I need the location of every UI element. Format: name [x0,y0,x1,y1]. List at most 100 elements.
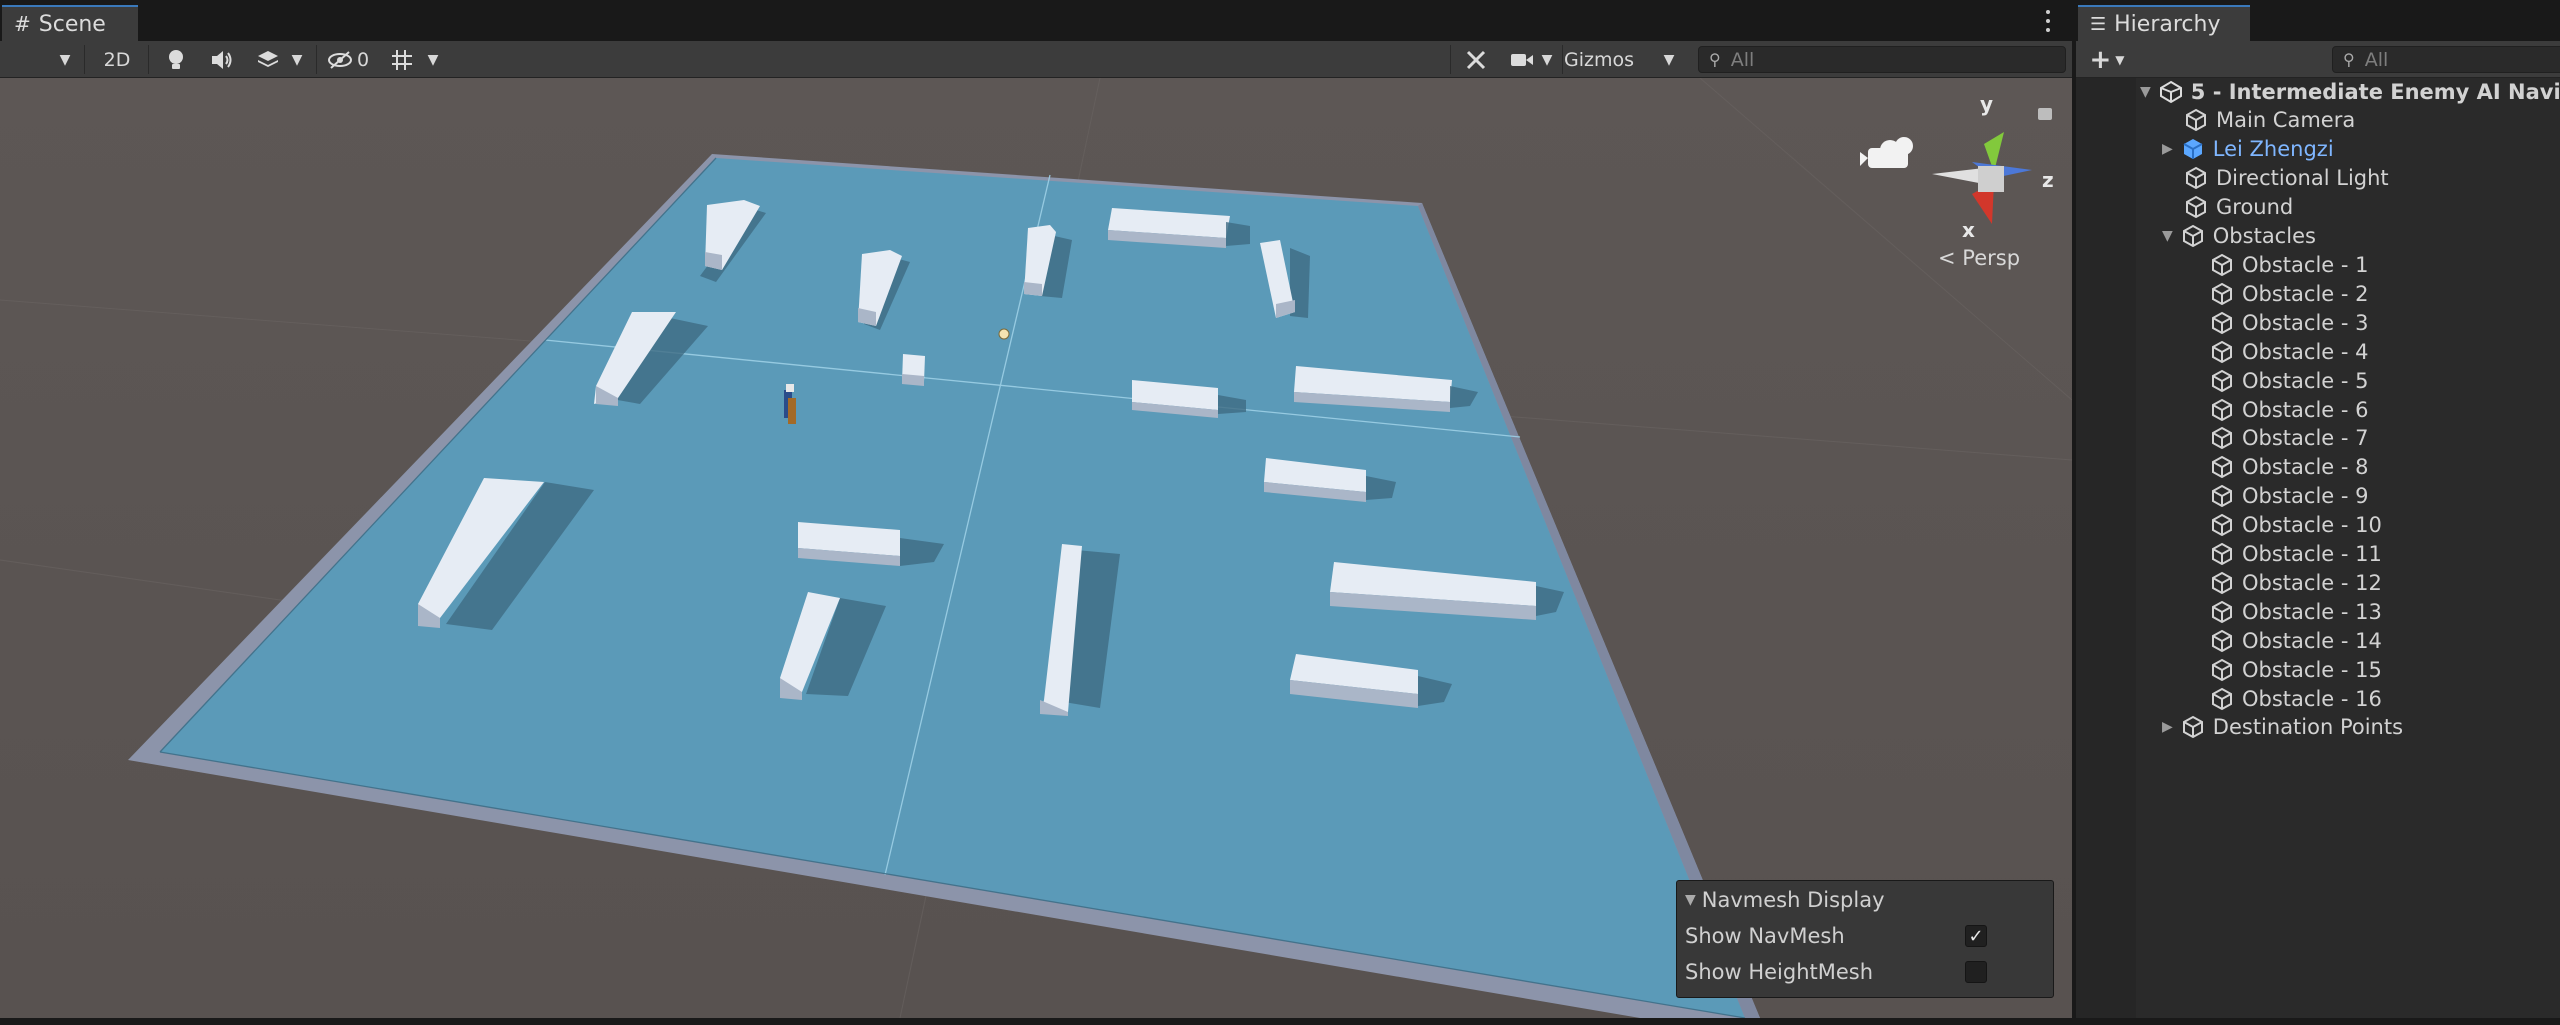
search-icon: ⚲ [1709,50,1721,69]
gizmos-label: Gizmos [1564,48,1635,71]
hierarchy-item-ground[interactable]: Ground [2184,193,2293,221]
gameobject-cube-icon [2186,166,2206,190]
hierarchy-item-label: Obstacle - 11 [2242,542,2382,566]
gizmos-dropdown[interactable]: ▼ [1652,45,1686,74]
foldout-down-icon: ▼ [2162,228,2173,244]
chevron-down-icon: ▼ [427,51,439,68]
hierarchy-item-obstacle[interactable]: Obstacle - 10 [2210,511,2382,539]
hierarchy-item-obstacle[interactable]: Obstacle - 16 [2210,685,2382,713]
navmesh-display-panel: ▼ Navmesh Display Show NavMesh ✓ Show He… [1676,880,2054,998]
gameobject-cube-icon [2186,108,2206,132]
create-dropdown[interactable]: + ▼ [2082,44,2132,75]
speaker-icon [212,50,232,69]
projection-toggle[interactable]: < Persp [1938,246,2020,270]
scene-viewport[interactable]: y z x < Persp ▼ Navmesh Display Show Nav… [0,78,2072,1018]
gameobject-cube-icon [2212,687,2232,710]
show-heightmesh-checkbox[interactable] [1965,961,1987,983]
hierarchy-tree: ▼ 5 - Intermediate Enemy AI Navigati Mai… [2076,78,2560,1018]
tab-scene[interactable]: # Scene [2,5,138,41]
hierarchy-item-lei-zhengzi[interactable]: ▶ Lei Zhengzi [2162,135,2334,163]
effects-dropdown[interactable]: ▼ [250,45,308,74]
lock-icon[interactable] [2038,108,2052,120]
gizmos-button[interactable]: Gizmos [1564,45,1635,74]
hierarchy-item-main-camera[interactable]: Main Camera [2184,106,2355,134]
scene-search-input[interactable]: ⚲ All [1698,46,2066,73]
hierarchy-item-label: Ground [2216,195,2294,219]
projection-label: Persp [1962,246,2021,270]
hierarchy-item-destination-points[interactable]: ▶ Destination Points [2162,713,2403,741]
hierarchy-item-label: Lei Zhengzi [2212,137,2334,161]
hierarchy-item-obstacle[interactable]: Obstacle - 7 [2210,424,2369,452]
navmesh-display-header[interactable]: ▼ Navmesh Display [1685,885,1885,915]
hierarchy-item-label: Obstacle - 15 [2242,657,2382,682]
hierarchy-item-label: Obstacle - 5 [2242,368,2369,393]
hierarchy-item-obstacle[interactable]: Obstacle - 3 [2210,309,2369,337]
scene-row[interactable]: ▼ 5 - Intermediate Enemy AI Navigati [2140,78,2560,106]
hierarchy-item-obstacle[interactable]: Obstacle - 11 [2210,540,2382,568]
scene-visibility-toggle[interactable]: 0 [324,45,372,74]
gameobject-cube-icon [2212,542,2232,566]
hierarchy-item-label: Obstacle - 8 [2242,455,2369,480]
tab-scene-label: Scene [38,11,106,37]
chevron-down-icon: ▼ [2115,52,2125,67]
gameobject-cube-icon [2212,513,2232,537]
hierarchy-item-directional-light[interactable]: Directional Light [2184,164,2389,192]
more-menu-icon[interactable] [2046,10,2052,32]
show-navmesh-row: Show NavMesh ✓ [1685,921,2045,951]
gameobject-cube-icon [2212,340,2232,363]
hierarchy-item-obstacle[interactable]: Obstacle - 12 [2210,569,2382,597]
search-icon: ⚲ [2343,50,2355,69]
show-heightmesh-row: Show HeightMesh [1685,957,2045,987]
scene-tabbar: # Scene [0,0,2072,41]
toggle-2d-button[interactable]: 2D [92,45,142,74]
prefab-cube-icon [2183,139,2203,159]
hierarchy-item-label: Obstacle - 9 [2242,484,2369,509]
lighting-toggle[interactable] [158,45,194,74]
scene-camera-icon [1860,137,1913,168]
gameobject-cube-icon [2212,456,2232,479]
gizmo-axis-z: z [2042,168,2054,192]
scene-panel: # Scene ▼ 2D ▼ 0 ▼ ▼ Gizmos ▼ ⚲ All y z … [0,0,2072,1025]
hierarchy-item-obstacle[interactable]: Obstacle - 2 [2210,280,2369,308]
hidden-objects-count: 0 [356,48,370,71]
foldout-right-icon: ▶ [2162,719,2173,735]
hierarchy-item-obstacle[interactable]: Obstacle - 4 [2210,338,2369,366]
camera-settings-dropdown[interactable]: ▼ [1502,45,1560,74]
gizmo-axis-x: x [1962,218,1975,242]
show-heightmesh-label: Show HeightMesh [1685,960,1874,984]
hierarchy-item-label: Destination Points [2212,715,2404,739]
hierarchy-item-label: Obstacle - 4 [2242,339,2369,364]
hierarchy-item-obstacle[interactable]: Obstacle - 13 [2210,598,2382,626]
grid-snap-icon [391,49,412,70]
hierarchy-item-label: Obstacle - 13 [2242,599,2382,624]
chevron-down-icon: ▼ [1663,51,1675,68]
draw-mode-dropdown[interactable]: ▼ [0,45,80,74]
gizmo-axis-y: y [1980,92,1994,116]
hierarchy-item-obstacle[interactable]: Obstacle - 14 [2210,627,2382,655]
scene-toolbar: ▼ 2D ▼ 0 ▼ ▼ Gizmos ▼ ⚲ All [0,41,2072,78]
hierarchy-item-obstacles[interactable]: ▼ Obstacles [2162,222,2316,250]
show-navmesh-checkbox[interactable]: ✓ [1965,925,1987,947]
hierarchy-item-obstacle[interactable]: Obstacle - 5 [2210,367,2369,395]
navmesh-display-title: Navmesh Display [1701,888,1885,912]
gameobject-cube-icon [2212,629,2232,652]
hierarchy-item-obstacle[interactable]: Obstacle - 6 [2210,396,2369,424]
tab-hierarchy[interactable]: ☰ Hierarchy [2078,5,2250,41]
hierarchy-item-label: Directional Light [2216,166,2389,190]
show-navmesh-label: Show NavMesh [1685,924,1845,948]
toggle-2d-label: 2D [103,48,131,71]
tools-button[interactable] [1458,45,1494,74]
hierarchy-item-label: Obstacle - 3 [2242,310,2369,335]
gameobject-cube-icon [2212,600,2232,623]
audio-toggle[interactable] [204,45,240,74]
hierarchy-item-obstacle[interactable]: Obstacle - 8 [2210,453,2369,481]
chevron-down-icon: ▼ [59,51,71,68]
hierarchy-item-obstacle[interactable]: Obstacle - 9 [2210,482,2369,510]
hierarchy-item-obstacle[interactable]: Obstacle - 15 [2210,656,2382,684]
grid-snapping-dropdown[interactable]: ▼ [382,45,446,74]
hierarchy-search-input[interactable]: ⚲ All [2332,46,2560,73]
plus-icon: + [2089,44,2112,75]
hierarchy-item-label: Obstacle - 7 [2242,426,2369,451]
hierarchy-item-obstacle[interactable]: Obstacle - 1 [2210,251,2369,279]
hierarchy-item-label: Obstacle - 16 [2242,686,2382,711]
